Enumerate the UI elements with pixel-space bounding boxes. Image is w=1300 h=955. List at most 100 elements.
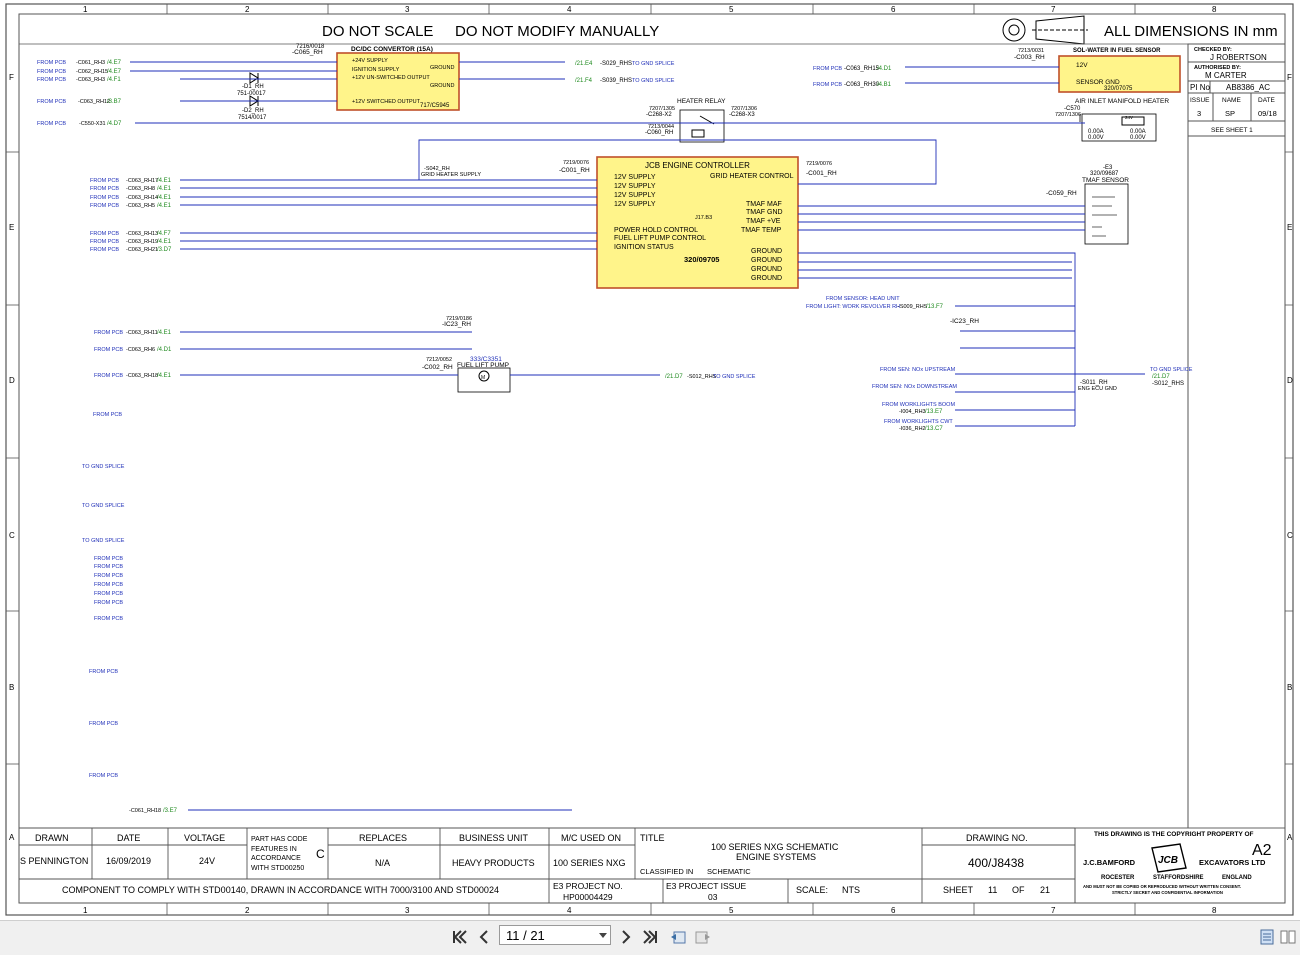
relay-conn-a: -C268-X2: [646, 112, 672, 118]
left-signal-ref: -C063_RH17: [126, 178, 158, 184]
sol-title: SOL-WATER IN FUEL SENSOR: [1073, 48, 1161, 54]
diode-d2: -D2_RH 7514/0017: [238, 95, 267, 121]
tb-e3-project: HP00004429: [563, 892, 613, 902]
dcdc-pin-2: IGNITION SUPPLY: [352, 67, 400, 73]
left-signal-xref: /4.E1: [157, 195, 172, 201]
grid-column-bottom: 3: [405, 906, 410, 915]
dcdc-convertor: 7216/0018 -C065_RH DC/DC CONVERTOR (15A)…: [292, 44, 460, 111]
page-number-value: 11 / 21: [506, 928, 545, 943]
issue-value: 3: [1197, 109, 1201, 118]
air-heater-title: AIR INLET MANIFOLD HEATER: [1075, 98, 1169, 105]
dcdc-pin-4: +12V SWITCHED OUTPUT: [352, 99, 421, 105]
note-worklights-boom-xref: /13.E7: [925, 409, 943, 415]
next-page-icon[interactable]: [617, 928, 635, 946]
tb-mc: 100 SERIES NXG: [553, 858, 626, 868]
left-signal-ref: -C061_RH3: [76, 60, 105, 66]
water-in-fuel-sensor: 7213/0031 -C003_RH SOL-WATER IN FUEL SEN…: [1014, 48, 1181, 93]
dcdc-out-2-ref: -S039_RHS: [600, 78, 632, 84]
tb-e3-issue: 03: [708, 892, 718, 902]
left-signal-xref: /4.D1: [157, 347, 172, 353]
issue-header: ISSUE: [1190, 97, 1210, 104]
note-work-revolver-xref: /13.F7: [926, 304, 944, 310]
ecu-ref: -C001_RH: [559, 167, 590, 174]
left-signal-ref: -C063_RH6: [126, 347, 155, 353]
grid-column-top: 4: [567, 5, 572, 14]
grid-row-left: C: [9, 531, 15, 540]
bottom-wire-xref: /3.E7: [163, 808, 178, 814]
grid-row-right: A: [1287, 833, 1293, 842]
grid-row-right: D: [1287, 376, 1293, 385]
ecu-pin-grid-heater: GRID HEATER CONTROL: [710, 173, 794, 180]
pi-number-label: PI No: [1190, 83, 1211, 92]
sol-pin-sensor-gnd: SENSOR GND: [1076, 79, 1120, 86]
ecu-ref-b: -C001_RH: [806, 170, 837, 177]
dcdc-title: DC/DC CONVERTOR (15A): [351, 46, 433, 53]
air-heater-volt-1: 0.00V: [1088, 135, 1104, 141]
company-left: J.C.BAMFORD: [1083, 858, 1136, 867]
grid-column-top: 3: [405, 5, 410, 14]
left-signal-ref: -C062_RH15: [76, 69, 108, 75]
ecu-pin-tmaf-maf: TMAF MAF: [746, 201, 782, 208]
d1-ref: -D1_RH: [242, 84, 264, 90]
projection-symbol: [1002, 15, 1088, 45]
pump-part-ref: 7212/0052: [426, 357, 452, 363]
from-pcb-label: FROM PCB: [94, 564, 123, 570]
left-signal-ref: -C063_RH21: [126, 247, 158, 253]
tmaf-conn: -C059_RH: [1046, 190, 1077, 197]
left-signal-source: FROM PCB: [94, 373, 123, 379]
two-page-view-icon[interactable]: [1279, 928, 1297, 946]
tmaf-title: TMAF SENSOR: [1082, 177, 1129, 184]
left-signal-source: FROM PCB: [90, 203, 119, 209]
air-heater-volt-2: 0.00V: [1130, 135, 1146, 141]
go-forward-icon[interactable]: [694, 928, 712, 946]
diode-d1: -D1_RH 751-00017: [237, 72, 266, 97]
tb-drawing-no: 400/J8438: [968, 856, 1024, 870]
page-number-select[interactable]: 11 / 21: [499, 925, 611, 945]
left-signal-source: FROM PCB: [37, 69, 66, 75]
left-signal-xref: /4.F1: [107, 77, 121, 83]
ecu-pin-12v-3: 12V SUPPLY: [614, 192, 656, 199]
approval-block: CHECKED BY: J ROBERTSON AUTHORISED BY: M…: [1187, 43, 1286, 828]
ecu-pin-12v-2: 12V SUPPLY: [614, 183, 656, 190]
tb-sheet: 11: [988, 885, 997, 895]
grid-column-top: 8: [1212, 5, 1217, 14]
grid-column-bottom: 1: [83, 906, 88, 915]
tmaf-sensor: -E3 320/09687 TMAF SENSOR -C059_RH: [1046, 165, 1129, 245]
air-heater-voltage: 24V: [1125, 115, 1133, 120]
grid-row-left: F: [9, 73, 14, 82]
tb-part-code-4: WITH STD00250: [251, 865, 304, 872]
tb-voltage: 24V: [199, 856, 215, 866]
ecu-pin-12v-1: 12V SUPPLY: [614, 174, 656, 181]
jcb-logo: JCB: [1151, 843, 1187, 873]
gnd-splice-xref: /21.D7: [1152, 374, 1170, 380]
grid-column-bottom: 8: [1212, 906, 1217, 915]
grid-column-top: 1: [83, 5, 88, 14]
ecu-part-no: 320/09705: [684, 255, 719, 264]
right-signal-2-xref: /4.B1: [877, 82, 892, 88]
previous-page-icon[interactable]: [475, 928, 493, 946]
last-page-icon[interactable]: [641, 928, 659, 946]
tb-scale-label: SCALE:: [796, 885, 828, 895]
note-work-revolver-ref: -S009_RHS: [898, 304, 928, 310]
left-signal-ref: -C063_RH12: [78, 99, 110, 105]
single-page-view-icon[interactable]: [1258, 928, 1276, 946]
dcdc-out-2-dest: TO GND SPLICE: [632, 78, 675, 84]
name-value: SP: [1225, 109, 1235, 118]
ecu-title: JCB ENGINE CONTROLLER: [645, 161, 750, 170]
dcdc-ref: -C065_RH: [292, 49, 323, 56]
d2-part: 7514/0017: [238, 115, 267, 121]
left-signal-ref: -C063_RH19: [126, 239, 158, 245]
dimensions-note: ALL DIMENSIONS IN mm: [1104, 23, 1278, 40]
first-page-icon[interactable]: [451, 928, 469, 946]
ecu-pin-ground-2: GROUND: [751, 257, 782, 264]
left-signal-source: FROM PCB: [37, 99, 66, 105]
pump-ref: -C002_RH: [422, 364, 453, 371]
authorised-by: M CARTER: [1205, 71, 1247, 80]
tb-classified-label: CLASSIFIED IN: [640, 867, 693, 876]
bottom-wire-ref: -C061_RH18: [129, 808, 161, 814]
go-back-icon[interactable]: [669, 928, 687, 946]
tb-scale: NTS: [842, 885, 860, 895]
ecu-pin-ground-4: GROUND: [751, 275, 782, 282]
date-header: DATE: [1258, 97, 1276, 104]
right-signal-2-ref: -C063_RH30: [844, 82, 880, 88]
